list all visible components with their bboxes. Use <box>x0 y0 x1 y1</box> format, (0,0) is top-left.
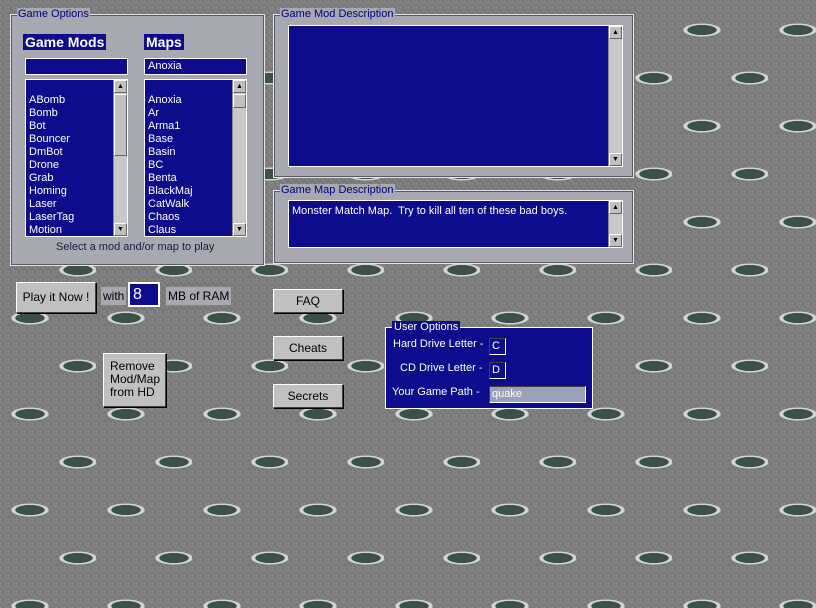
game-options-title: Game Options <box>17 8 90 20</box>
game-mod-description-title: Game Mod Description <box>280 8 395 20</box>
scroll-up-arrow-icon[interactable]: ▲ <box>609 201 622 214</box>
select-hint-text: Select a mod and/or map to play <box>56 241 215 253</box>
scroll-up-arrow-icon[interactable]: ▲ <box>609 26 622 39</box>
with-label: with <box>101 287 127 305</box>
map-description-scrollbar[interactable]: ▲ ▼ <box>608 201 622 247</box>
ram-field[interactable]: 8 <box>128 282 160 307</box>
mod-filter-field[interactable] <box>25 58 128 75</box>
map-filter-field[interactable]: Anoxia <box>144 58 247 75</box>
game-map-description-title: Game Map Description <box>280 184 395 196</box>
game-map-description-panel: Game Map Description Monster Match Map. … <box>273 184 634 264</box>
scroll-down-arrow-icon[interactable]: ▼ <box>609 234 622 247</box>
game-mods-list[interactable]: ABomb Bomb Bot Bouncer DmBot Drone Grab Homing L… <box>25 79 128 237</box>
game-path-field[interactable]: quake <box>489 386 586 403</box>
map-list-item[interactable]: Claus <box>148 224 193 236</box>
maps-rows: Anoxia Ar Arma1 Base Basin BC Benta BlackMaj Cat… <box>148 94 193 236</box>
mod-list-item[interactable]: DmBot <box>29 146 74 159</box>
remove-line-3: from HD <box>110 385 155 399</box>
user-options-panel: User Options Hard Drive Letter - C CD Dr… <box>385 321 593 409</box>
map-list-item[interactable]: BC <box>148 159 193 172</box>
hard-drive-field[interactable]: C <box>489 338 506 355</box>
mod-list-item[interactable]: ABomb <box>29 94 74 107</box>
mod-list-item[interactable]: Drone <box>29 159 74 172</box>
map-description-content: Monster Match Map. Try to kill all ten o… <box>292 205 568 217</box>
mod-list-item[interactable]: Bot <box>29 120 74 133</box>
mod-list-item[interactable]: Motion <box>29 224 74 236</box>
scroll-down-arrow-icon[interactable]: ▼ <box>233 223 246 236</box>
mod-list-item[interactable]: LaserTag <box>29 211 74 224</box>
game-map-description-text: Monster Match Map. Try to kill all ten o… <box>288 200 623 248</box>
maps-header: Maps <box>144 34 184 50</box>
play-it-now-button[interactable]: Play it Now ! <box>16 282 96 313</box>
cd-drive-field[interactable]: D <box>489 362 506 379</box>
maps-scrollbar[interactable]: ▲ ▼ <box>232 80 246 236</box>
game-mods-rows: ABomb Bomb Bot Bouncer DmBot Drone Grab Homing L… <box>29 94 74 236</box>
scroll-up-arrow-icon[interactable]: ▲ <box>233 80 246 93</box>
cheats-button[interactable]: Cheats <box>273 336 343 360</box>
scroll-down-arrow-icon[interactable]: ▼ <box>609 153 622 166</box>
game-mods-header: Game Mods <box>23 34 107 50</box>
map-list-item[interactable]: Chaos <box>148 211 193 224</box>
mod-list-item[interactable]: Laser <box>29 198 74 211</box>
ram-unit-label: MB of RAM <box>166 287 232 305</box>
hard-drive-label: Hard Drive Letter - <box>393 338 484 350</box>
game-options-panel: Game Options Game Mods Maps Anoxia ABomb… <box>10 8 265 266</box>
map-list-item[interactable]: BlackMaj <box>148 185 193 198</box>
cd-drive-label: CD Drive Letter - <box>400 362 483 374</box>
faq-button[interactable]: FAQ <box>273 289 343 313</box>
map-list-item[interactable]: Ar <box>148 107 193 120</box>
scroll-thumb[interactable] <box>233 94 246 108</box>
mod-list-item[interactable]: Homing <box>29 185 74 198</box>
maps-list[interactable]: Anoxia Ar Arma1 Base Basin BC Benta BlackMaj Cat… <box>144 79 247 237</box>
map-list-item[interactable]: Basin <box>148 146 193 159</box>
map-list-item[interactable]: Base <box>148 133 193 146</box>
mod-list-item[interactable]: Grab <box>29 172 74 185</box>
game-mod-description-panel: Game Mod Description ▲ ▼ <box>273 8 634 178</box>
map-list-item[interactable]: Arma1 <box>148 120 193 133</box>
map-list-item[interactable]: Benta <box>148 172 193 185</box>
user-options-title: User Options <box>392 321 461 333</box>
map-list-item[interactable]: CatWalk <box>148 198 193 211</box>
map-list-item[interactable]: Anoxia <box>148 94 193 107</box>
game-path-label: Your Game Path - <box>392 386 480 398</box>
mod-description-scrollbar[interactable]: ▲ ▼ <box>608 26 622 166</box>
game-mod-description-text: ▲ ▼ <box>288 25 623 167</box>
mods-scrollbar[interactable]: ▲ ▼ <box>113 80 127 236</box>
scroll-down-arrow-icon[interactable]: ▼ <box>114 223 127 236</box>
secrets-button[interactable]: Secrets <box>273 384 343 408</box>
remove-mod-map-button[interactable]: Remove Mod/Map from HD <box>103 353 166 407</box>
scroll-thumb[interactable] <box>114 94 127 156</box>
mod-list-item[interactable]: Bomb <box>29 107 74 120</box>
scroll-up-arrow-icon[interactable]: ▲ <box>114 80 127 93</box>
mod-list-item[interactable]: Bouncer <box>29 133 74 146</box>
